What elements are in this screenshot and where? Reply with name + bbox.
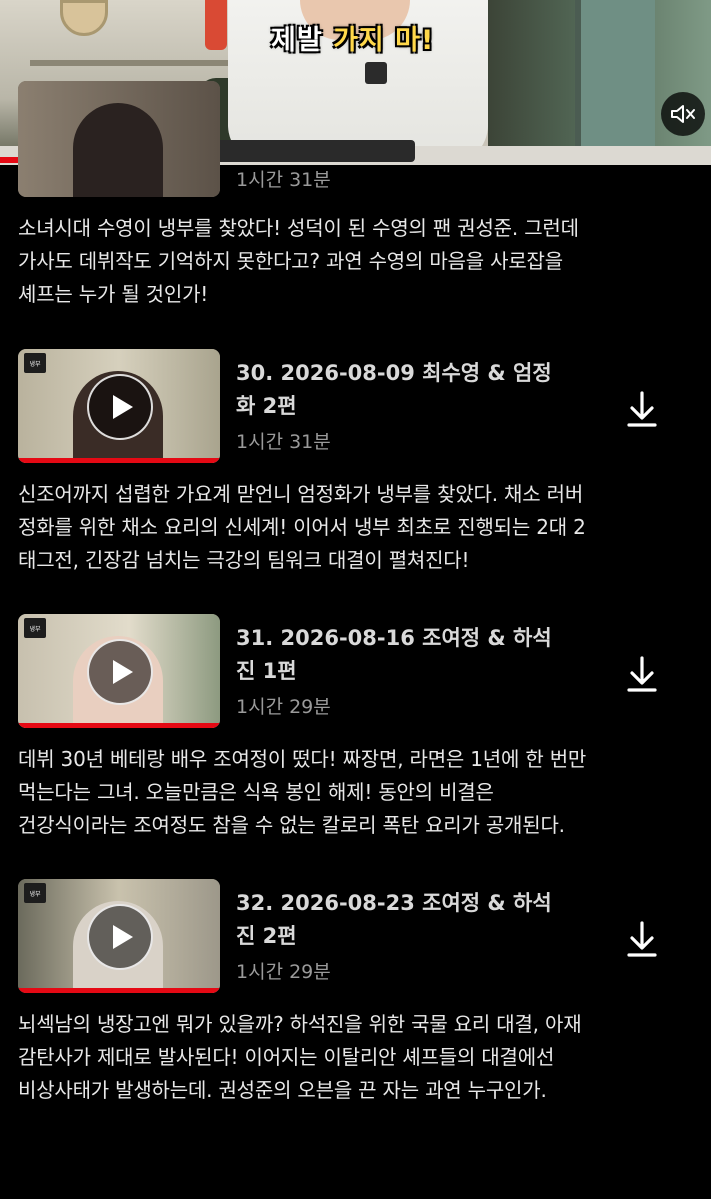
video-badge xyxy=(365,62,387,84)
episode-duration: 1시간 31분 xyxy=(236,431,331,453)
download-icon[interactable] xyxy=(625,389,659,429)
episode-title[interactable]: 32. 2026-08-23 조여정 & 하석진 2편 xyxy=(236,887,566,953)
episode-thumbnail[interactable] xyxy=(18,81,220,197)
episode-thumbnail[interactable]: 냉부 xyxy=(18,614,220,728)
watch-progress-bar xyxy=(18,723,220,728)
play-button[interactable] xyxy=(87,904,153,970)
play-icon xyxy=(112,925,133,949)
episode-title[interactable]: 31. 2026-08-16 조여정 & 하석진 1편 xyxy=(236,622,566,688)
episode-duration: 1시간 29분 xyxy=(236,696,331,718)
episode-description: 신조어까지 섭렵한 가요계 맏언니 엄정화가 냉부를 찾았다. 채소 러버 정화… xyxy=(18,482,586,572)
episode-duration: 1시간 29분 xyxy=(236,961,331,983)
show-logo: 냉부 xyxy=(24,353,46,373)
show-logo: 냉부 xyxy=(24,883,46,903)
episode-title[interactable]: 30. 2026-08-09 최수영 & 엄정화 2편 xyxy=(236,357,566,423)
play-icon xyxy=(112,660,133,684)
watch-progress-bar xyxy=(18,988,220,993)
video-door xyxy=(575,0,655,150)
video-bottle xyxy=(205,0,227,50)
play-button[interactable] xyxy=(87,374,153,440)
download-icon[interactable] xyxy=(625,919,659,959)
play-button[interactable] xyxy=(87,639,153,705)
mute-button[interactable] xyxy=(661,92,705,136)
episode-thumbnail[interactable]: 냉부 xyxy=(18,349,220,463)
episode-description: 소녀시대 수영이 냉부를 찾았다! 성덕이 된 수영의 팬 권성준. 그런데 가… xyxy=(18,216,579,306)
download-icon[interactable] xyxy=(625,654,659,694)
caption-text-2: 가지 마! xyxy=(333,25,435,56)
episode-thumbnail[interactable]: 냉부 xyxy=(18,879,220,993)
episode-duration: 1시간 31분 xyxy=(236,169,331,191)
video-shelf xyxy=(30,60,230,66)
show-logo: 냉부 xyxy=(24,618,46,638)
volume-mute-icon xyxy=(671,105,695,123)
caption-text-1: 제발 xyxy=(271,25,334,56)
thumbnail-figure xyxy=(73,103,163,197)
episode-description: 데뷔 30년 베테랑 배우 조여정이 떴다! 짜장면, 라면은 1년에 한 번만… xyxy=(18,747,587,837)
watch-progress-bar xyxy=(18,458,220,463)
video-caption: 제발 가지 마! xyxy=(271,18,434,57)
play-icon xyxy=(112,395,133,419)
episode-description: 뇌섹남의 냉장고엔 뭐가 있을까? 하석진을 위한 국물 요리 대결, 아재 감… xyxy=(18,1012,582,1102)
